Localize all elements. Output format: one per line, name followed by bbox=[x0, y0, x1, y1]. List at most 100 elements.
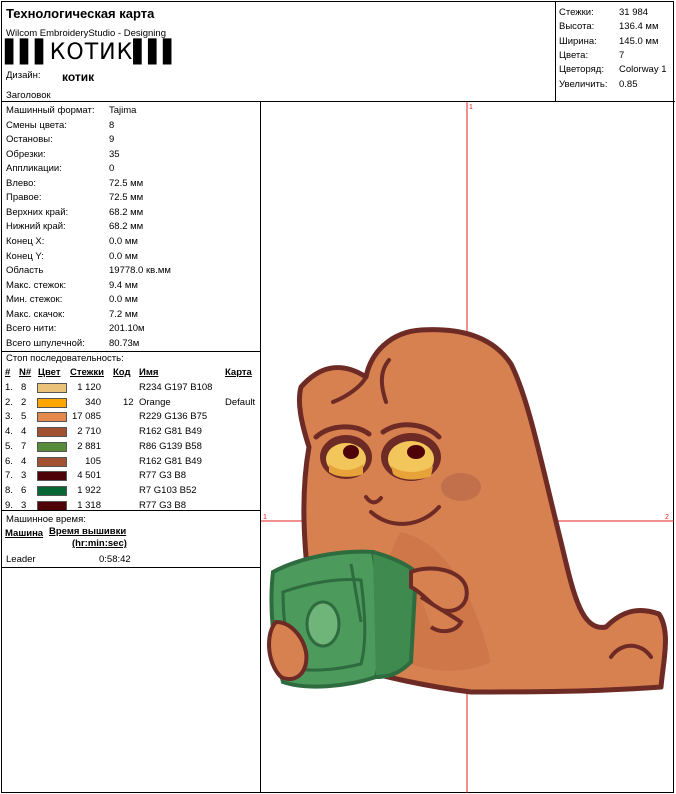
stitch-count: 1 318 bbox=[77, 499, 101, 511]
axis-mark-left: 1 bbox=[263, 514, 267, 521]
stitch-count: 2 881 bbox=[77, 440, 101, 452]
color-swatch bbox=[37, 383, 67, 393]
detail-value: 201.10м bbox=[109, 323, 145, 335]
sequence-row: 4. 4 2 710 R162 G81 B49 bbox=[5, 425, 261, 440]
detail-row: Нижний край: 68.2 мм bbox=[6, 220, 256, 235]
needle-number: 4 bbox=[21, 455, 27, 467]
design-preview: 1 1 2 bbox=[261, 102, 674, 793]
stop-number: 1. bbox=[5, 382, 13, 393]
cat-embroidery-illustration: 1 1 2 bbox=[261, 102, 674, 793]
needle-number: 7 bbox=[21, 440, 27, 452]
stitch-count: 2 710 bbox=[77, 426, 101, 438]
sequence-row: 6. 4 105 R162 G81 B49 bbox=[5, 455, 261, 470]
detail-value: 72.5 мм bbox=[109, 177, 144, 189]
detail-value: 9.4 мм bbox=[109, 279, 138, 291]
detail-value: 68.2 мм bbox=[109, 206, 144, 218]
detail-label: Всего шпулечной: bbox=[6, 337, 85, 349]
summary-value: 145.0 мм bbox=[619, 35, 659, 47]
summary-label: Стежки: bbox=[559, 7, 594, 18]
thread-name: R162 G81 B49 bbox=[139, 426, 202, 438]
thread-name: R162 G81 B49 bbox=[139, 455, 202, 467]
detail-label: Макс. стежок: bbox=[6, 279, 67, 291]
summary-row: Увеличить: 0.85 bbox=[559, 78, 675, 92]
right-eye bbox=[381, 433, 441, 481]
design-label: Дизайн: bbox=[6, 70, 41, 81]
stitch-count: 1 120 bbox=[77, 382, 101, 393]
detail-label: Смены цвета: bbox=[6, 119, 67, 131]
summary-value: 0.85 bbox=[619, 78, 638, 90]
detail-label: Макс. скачок: bbox=[6, 308, 65, 320]
detail-row: Всего шпулечной: 80.73м bbox=[6, 337, 256, 352]
detail-row: Всего нити: 201.10м bbox=[6, 322, 256, 337]
detail-row: Верхних край: 68.2 мм bbox=[6, 206, 256, 221]
detail-row: Область 19778.0 кв.мм bbox=[6, 264, 256, 279]
detail-value: 9 bbox=[109, 134, 115, 146]
cat-cheek bbox=[441, 473, 481, 501]
detail-label: Нижний край: bbox=[6, 221, 66, 233]
detail-value: 0 bbox=[109, 163, 115, 175]
stitch-count: 17 085 bbox=[71, 411, 101, 423]
stitch-count: 4 501 bbox=[77, 470, 101, 482]
stitch-count: 105 bbox=[85, 455, 101, 467]
detail-value: 0.0 мм bbox=[109, 250, 138, 262]
needle-number: 3 bbox=[21, 499, 27, 511]
embroidery-time: 0:58:42 bbox=[99, 554, 131, 565]
needle-number: 2 bbox=[21, 396, 27, 408]
detail-label: Всего нити: bbox=[6, 323, 57, 335]
detail-label: Влево: bbox=[6, 177, 37, 189]
summary-label: Высота: bbox=[559, 21, 595, 33]
detail-row: Правое: 72.5 мм bbox=[6, 191, 256, 206]
summary-row: Высота: 136.4 мм bbox=[559, 20, 675, 34]
thread-name: R86 G139 B58 bbox=[139, 440, 202, 452]
needle-number: 8 bbox=[21, 382, 27, 393]
detail-row: Макс. скачок: 7.2 мм bbox=[6, 308, 256, 323]
heading-label: Заголовок bbox=[6, 90, 51, 101]
axis-mark-top: 1 bbox=[469, 104, 473, 111]
sequence-row: 8. 6 1 922 R7 G103 B52 bbox=[5, 484, 261, 499]
detail-value: 19778.0 кв.мм bbox=[109, 265, 171, 277]
design-barcode: ▌▌▌КОТИК▌▌▌ bbox=[5, 40, 180, 65]
software-name: Wilcom EmbroideryStudio - Designing bbox=[6, 28, 166, 39]
sequence-row: 9. 3 1 318 R77 G3 B8 bbox=[5, 499, 261, 514]
stop-number: 2. bbox=[5, 396, 13, 408]
machine-name: Leader bbox=[6, 554, 36, 565]
detail-value: 0.0 мм bbox=[109, 235, 138, 247]
summary-label: Ширина: bbox=[559, 35, 597, 47]
detail-label: Машинный формат: bbox=[6, 105, 95, 116]
color-swatch bbox=[37, 441, 67, 452]
summary-label: Увеличить: bbox=[559, 78, 608, 90]
needle-number: 3 bbox=[21, 470, 27, 482]
color-swatch bbox=[37, 412, 67, 423]
color-swatch bbox=[37, 485, 67, 496]
detail-label: Мин. стежок: bbox=[6, 294, 63, 306]
axis-mark-right: 2 bbox=[665, 514, 669, 521]
thread-chart: Default bbox=[225, 396, 256, 408]
detail-row: Обрезки: 35 bbox=[6, 148, 256, 163]
detail-value: 68.2 мм bbox=[109, 221, 144, 233]
sequence-row: 2. 2 340 12 Orange Default bbox=[5, 396, 261, 411]
detail-label: Обрезки: bbox=[6, 148, 46, 160]
stop-number: 3. bbox=[5, 411, 13, 423]
sequence-row: 1. 8 1 120 R234 G197 B108 bbox=[5, 381, 261, 396]
color-swatch bbox=[37, 456, 67, 467]
detail-value: 35 bbox=[109, 148, 120, 160]
summary-row: Цвета: 7 bbox=[559, 49, 675, 63]
detail-value: 8 bbox=[109, 119, 115, 131]
summary-value: 31 984 bbox=[619, 7, 649, 18]
needle-number: 6 bbox=[21, 484, 27, 496]
summary-label: Цветоряд: bbox=[559, 64, 604, 76]
stop-number: 4. bbox=[5, 426, 13, 438]
summary-label: Цвета: bbox=[559, 49, 589, 61]
detail-row: Аппликации: 0 bbox=[6, 162, 256, 177]
sequence-row: 3. 5 17 085 R229 G136 B75 bbox=[5, 410, 261, 425]
stitch-count: 340 bbox=[85, 396, 101, 408]
detail-value: 7.2 мм bbox=[109, 308, 138, 320]
sequence-row: 5. 7 2 881 R86 G139 B58 bbox=[5, 440, 261, 455]
worksheet: Технологическая карта Wilcom EmbroideryS… bbox=[1, 1, 675, 793]
sheet-title: Технологическая карта bbox=[6, 6, 155, 21]
thread-name: R229 G136 B75 bbox=[139, 411, 208, 423]
thread-name: R7 G103 B52 bbox=[139, 484, 197, 496]
detail-row: Конец X: 0.0 мм bbox=[6, 235, 256, 250]
detail-label: Конец Y: bbox=[6, 250, 44, 262]
stop-number: 9. bbox=[5, 499, 13, 511]
